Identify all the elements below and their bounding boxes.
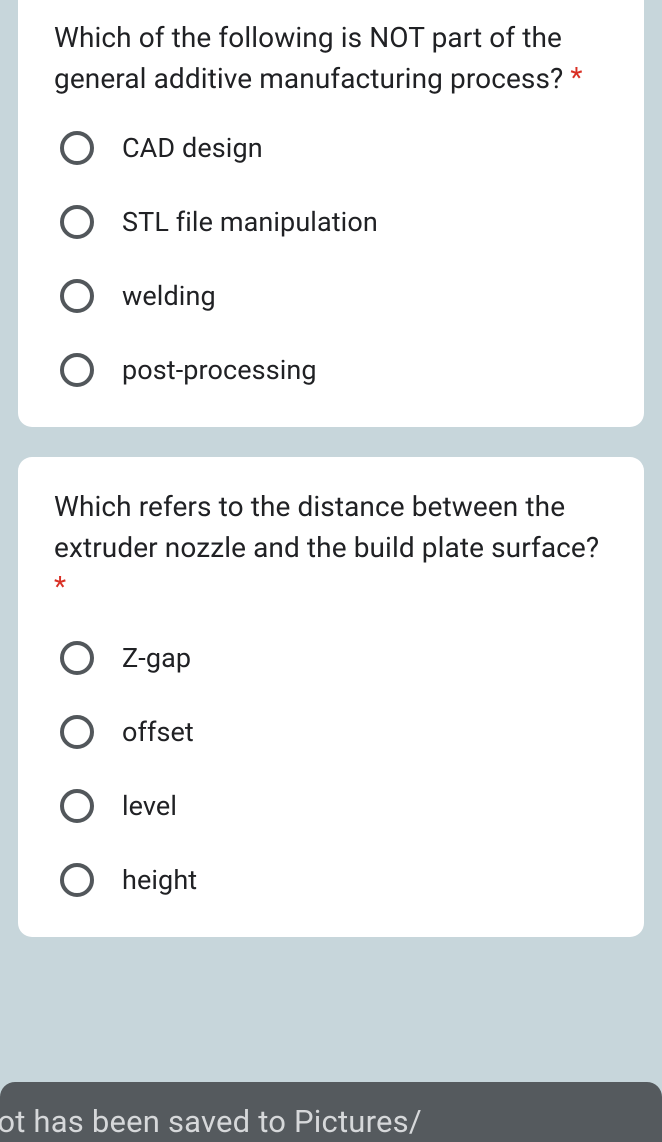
radio-icon (60, 863, 94, 897)
radio-option[interactable]: offset (60, 715, 608, 749)
radio-icon (60, 205, 94, 239)
radio-icon (60, 789, 94, 823)
option-label: welding (122, 280, 216, 312)
question-card: Which refers to the distance between the… (18, 457, 644, 937)
screenshot-toast: not has been saved to Pictures/ (0, 1082, 662, 1142)
toast-text: not has been saved to Pictures/ (0, 1103, 422, 1140)
radio-option[interactable]: CAD design (60, 131, 608, 165)
radio-option[interactable]: Z-gap (60, 641, 608, 675)
question-title: Which of the following is NOT part of th… (54, 18, 608, 99)
option-label: CAD design (122, 132, 263, 164)
radio-option[interactable]: level (60, 789, 608, 823)
option-label: height (122, 864, 197, 896)
option-label: level (122, 790, 177, 822)
question-text: Which refers to the distance between the… (54, 490, 599, 564)
options-group: Z-gap offset level height (54, 641, 608, 897)
radio-option[interactable]: post-processing (60, 353, 608, 387)
radio-option[interactable]: STL file manipulation (60, 205, 608, 239)
radio-icon (60, 279, 94, 313)
radio-icon (60, 715, 94, 749)
radio-option[interactable]: welding (60, 279, 608, 313)
required-asterisk: * (570, 61, 582, 94)
option-label: offset (122, 716, 194, 748)
radio-option[interactable]: height (60, 863, 608, 897)
option-label: Z-gap (122, 642, 191, 674)
radio-icon (60, 353, 94, 387)
question-text: Which of the following is NOT part of th… (54, 21, 563, 95)
question-title: Which refers to the distance between the… (54, 487, 608, 609)
options-group: CAD design STL file manipulation welding… (54, 131, 608, 387)
radio-icon (60, 131, 94, 165)
option-label: STL file manipulation (122, 206, 378, 238)
radio-icon (60, 641, 94, 675)
question-card: Which of the following is NOT part of th… (18, 0, 644, 427)
required-asterisk: * (54, 570, 66, 603)
option-label: post-processing (122, 354, 317, 386)
